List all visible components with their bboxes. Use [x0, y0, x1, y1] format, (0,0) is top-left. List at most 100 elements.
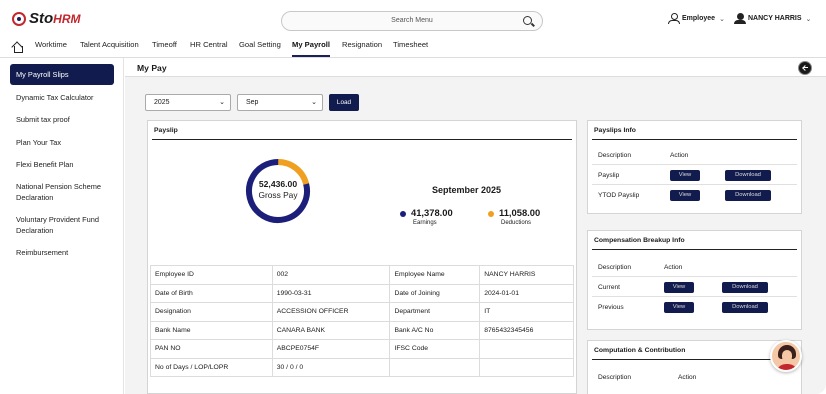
col-description: Description — [598, 374, 631, 381]
download-current-button[interactable]: Download — [722, 282, 768, 293]
app-window: Sto HRM Search Menu Employee ⌄ NANCY HARR… — [0, 0, 826, 394]
table-row: Designation ACCESSION OFFICER Department IT — [150, 302, 574, 322]
role-switcher[interactable]: Employee ⌄ — [668, 13, 725, 24]
nav-timesheet[interactable]: Timesheet — [393, 40, 428, 49]
field-label: Bank A/C No — [389, 320, 481, 340]
field-label: Department — [389, 302, 481, 322]
page-title: My Pay — [137, 63, 167, 73]
field-label: Employee Name — [389, 265, 481, 285]
col-action: Action — [664, 264, 683, 271]
field-label: Designation — [150, 302, 273, 322]
sidebar-item-national-pension-scheme[interactable]: National Pension Scheme Declaration — [16, 181, 120, 203]
field-value: 8765432345456 — [479, 320, 574, 340]
download-payslip-button[interactable]: Download — [725, 170, 771, 181]
field-label: PAN NO — [150, 339, 273, 359]
sidebar-item-voluntary-provident-fund[interactable]: Voluntary Provident Fund Declaration — [16, 214, 120, 236]
nav-my-payroll[interactable]: My Payroll — [292, 40, 330, 57]
sidebar: My Payroll Slips Dynamic Tax Calculator … — [0, 58, 124, 394]
avatar-face — [782, 350, 792, 362]
year-select[interactable]: 2025 ⌄ — [145, 94, 231, 111]
field-value: 002 — [271, 265, 391, 285]
nav-worktime[interactable]: Worktime — [35, 40, 67, 49]
user-icon — [668, 13, 680, 24]
search-menu-input[interactable]: Search Menu — [281, 11, 543, 31]
main-content: My Pay 2025 ⌄ Sep ⌄ Load Payslip 52,436.… — [125, 58, 826, 394]
sidebar-item-reimbursement[interactable]: Reimbursement — [16, 247, 120, 258]
account-icon — [734, 13, 746, 24]
payslips-info-title: Payslips Info — [592, 121, 797, 140]
row-label: Previous — [598, 304, 624, 311]
field-value: IT — [479, 302, 574, 322]
col-description: Description — [598, 264, 631, 271]
current-row: Current View Download — [592, 277, 797, 297]
chevron-down-icon: ⌄ — [719, 15, 725, 23]
nav-talent-acquisition[interactable]: Talent Acquisition — [80, 40, 139, 49]
nav-goal-setting[interactable]: Goal Setting — [239, 40, 281, 49]
nav-timeoff[interactable]: Timeoff — [152, 40, 177, 49]
brand-suffix: HRM — [53, 11, 81, 26]
sidebar-item-submit-tax-proof[interactable]: Submit tax proof — [16, 114, 120, 125]
year-value: 2025 — [154, 99, 170, 106]
gross-pay-summary: 52,436.00 Gross Pay — [244, 179, 312, 201]
previous-row: Previous View Download — [592, 297, 797, 317]
table-row: Date of Birth 1990-03-31 Date of Joining 20… — [150, 283, 574, 303]
search-icon[interactable] — [523, 16, 532, 25]
col-action: Action — [670, 152, 689, 159]
sidebar-item-dynamic-tax-calculator[interactable]: Dynamic Tax Calculator — [16, 92, 120, 103]
earnings-label: Earnings — [413, 220, 437, 226]
table-row: Employee ID 002 Employee Name NANCY HARRIS — [150, 265, 574, 285]
payslip-title: Payslip — [152, 121, 572, 140]
field-value: ACCESSION OFFICER — [271, 302, 391, 322]
month-value: Sep — [246, 99, 259, 106]
view-previous-button[interactable]: View — [664, 302, 694, 313]
field-value: ABCPE0754F — [271, 339, 391, 359]
computation-contribution-card: Computation & Contribution Description A… — [587, 340, 802, 394]
user-menu[interactable]: NANCY HARRIS ⌄ — [734, 13, 811, 24]
download-ytod-button[interactable]: Download — [725, 190, 771, 201]
table-row: PAN NO ABCPE0754F IFSC Code — [150, 339, 574, 359]
sidebar-item-my-payroll-slips[interactable]: My Payroll Slips — [10, 64, 114, 85]
row-label: Current — [598, 284, 620, 291]
field-label: IFSC Code — [389, 339, 481, 359]
view-ytod-button[interactable]: View — [670, 190, 700, 201]
payslips-info-card: Payslips Info Description Action Payslip… — [587, 120, 802, 214]
nav-resignation[interactable]: Resignation — [342, 40, 382, 49]
brand-logo[interactable]: Sto HRM — [12, 10, 81, 27]
field-value: 30 / 0 / 0 — [271, 357, 391, 377]
chevron-down-icon: ⌄ — [219, 99, 225, 106]
row-label: Payslip — [598, 172, 620, 179]
load-button[interactable]: Load — [329, 94, 359, 111]
deductions-label: Deductions — [501, 220, 532, 226]
download-previous-button[interactable]: Download — [722, 302, 768, 313]
view-payslip-button[interactable]: View — [670, 170, 700, 181]
logo-icon — [12, 11, 26, 26]
home-icon[interactable] — [12, 41, 23, 53]
col-description: Description — [598, 152, 631, 159]
page-header: My Pay — [125, 58, 826, 77]
payslips-info-header: Description Action — [592, 145, 797, 165]
assistant-avatar[interactable] — [770, 340, 802, 372]
field-label: Employee ID — [150, 265, 273, 285]
role-label: Employee — [682, 15, 716, 22]
month-select[interactable]: Sep ⌄ — [237, 94, 323, 111]
search-placeholder: Search Menu — [391, 17, 433, 24]
back-arrow-icon[interactable] — [798, 61, 812, 75]
earnings-value: 41,378.00 — [411, 207, 453, 218]
col-action: Action — [678, 374, 697, 381]
chevron-down-icon: ⌄ — [805, 15, 812, 23]
gross-pay-value: 52,436.00 — [258, 179, 298, 189]
brand-name: Sto — [29, 10, 54, 27]
view-current-button[interactable]: View — [664, 282, 694, 293]
field-value — [479, 339, 574, 359]
field-value — [479, 357, 574, 377]
nav-hr-central[interactable]: HR Central — [190, 40, 228, 49]
computation-title: Computation & Contribution — [592, 341, 797, 360]
field-value: 1990-03-31 — [271, 283, 391, 303]
sidebar-item-flexi-benefit-plan[interactable]: Flexi Benefit Plan — [16, 159, 120, 170]
user-name: NANCY HARRIS — [748, 15, 802, 22]
sidebar-item-plan-your-tax[interactable]: Plan Your Tax — [16, 137, 120, 148]
compensation-breakup-card: Compensation Breakup Info Description Ac… — [587, 230, 802, 330]
computation-header: Description Action — [592, 367, 797, 387]
chevron-down-icon: ⌄ — [311, 99, 317, 106]
deductions-legend-dot — [488, 211, 494, 217]
